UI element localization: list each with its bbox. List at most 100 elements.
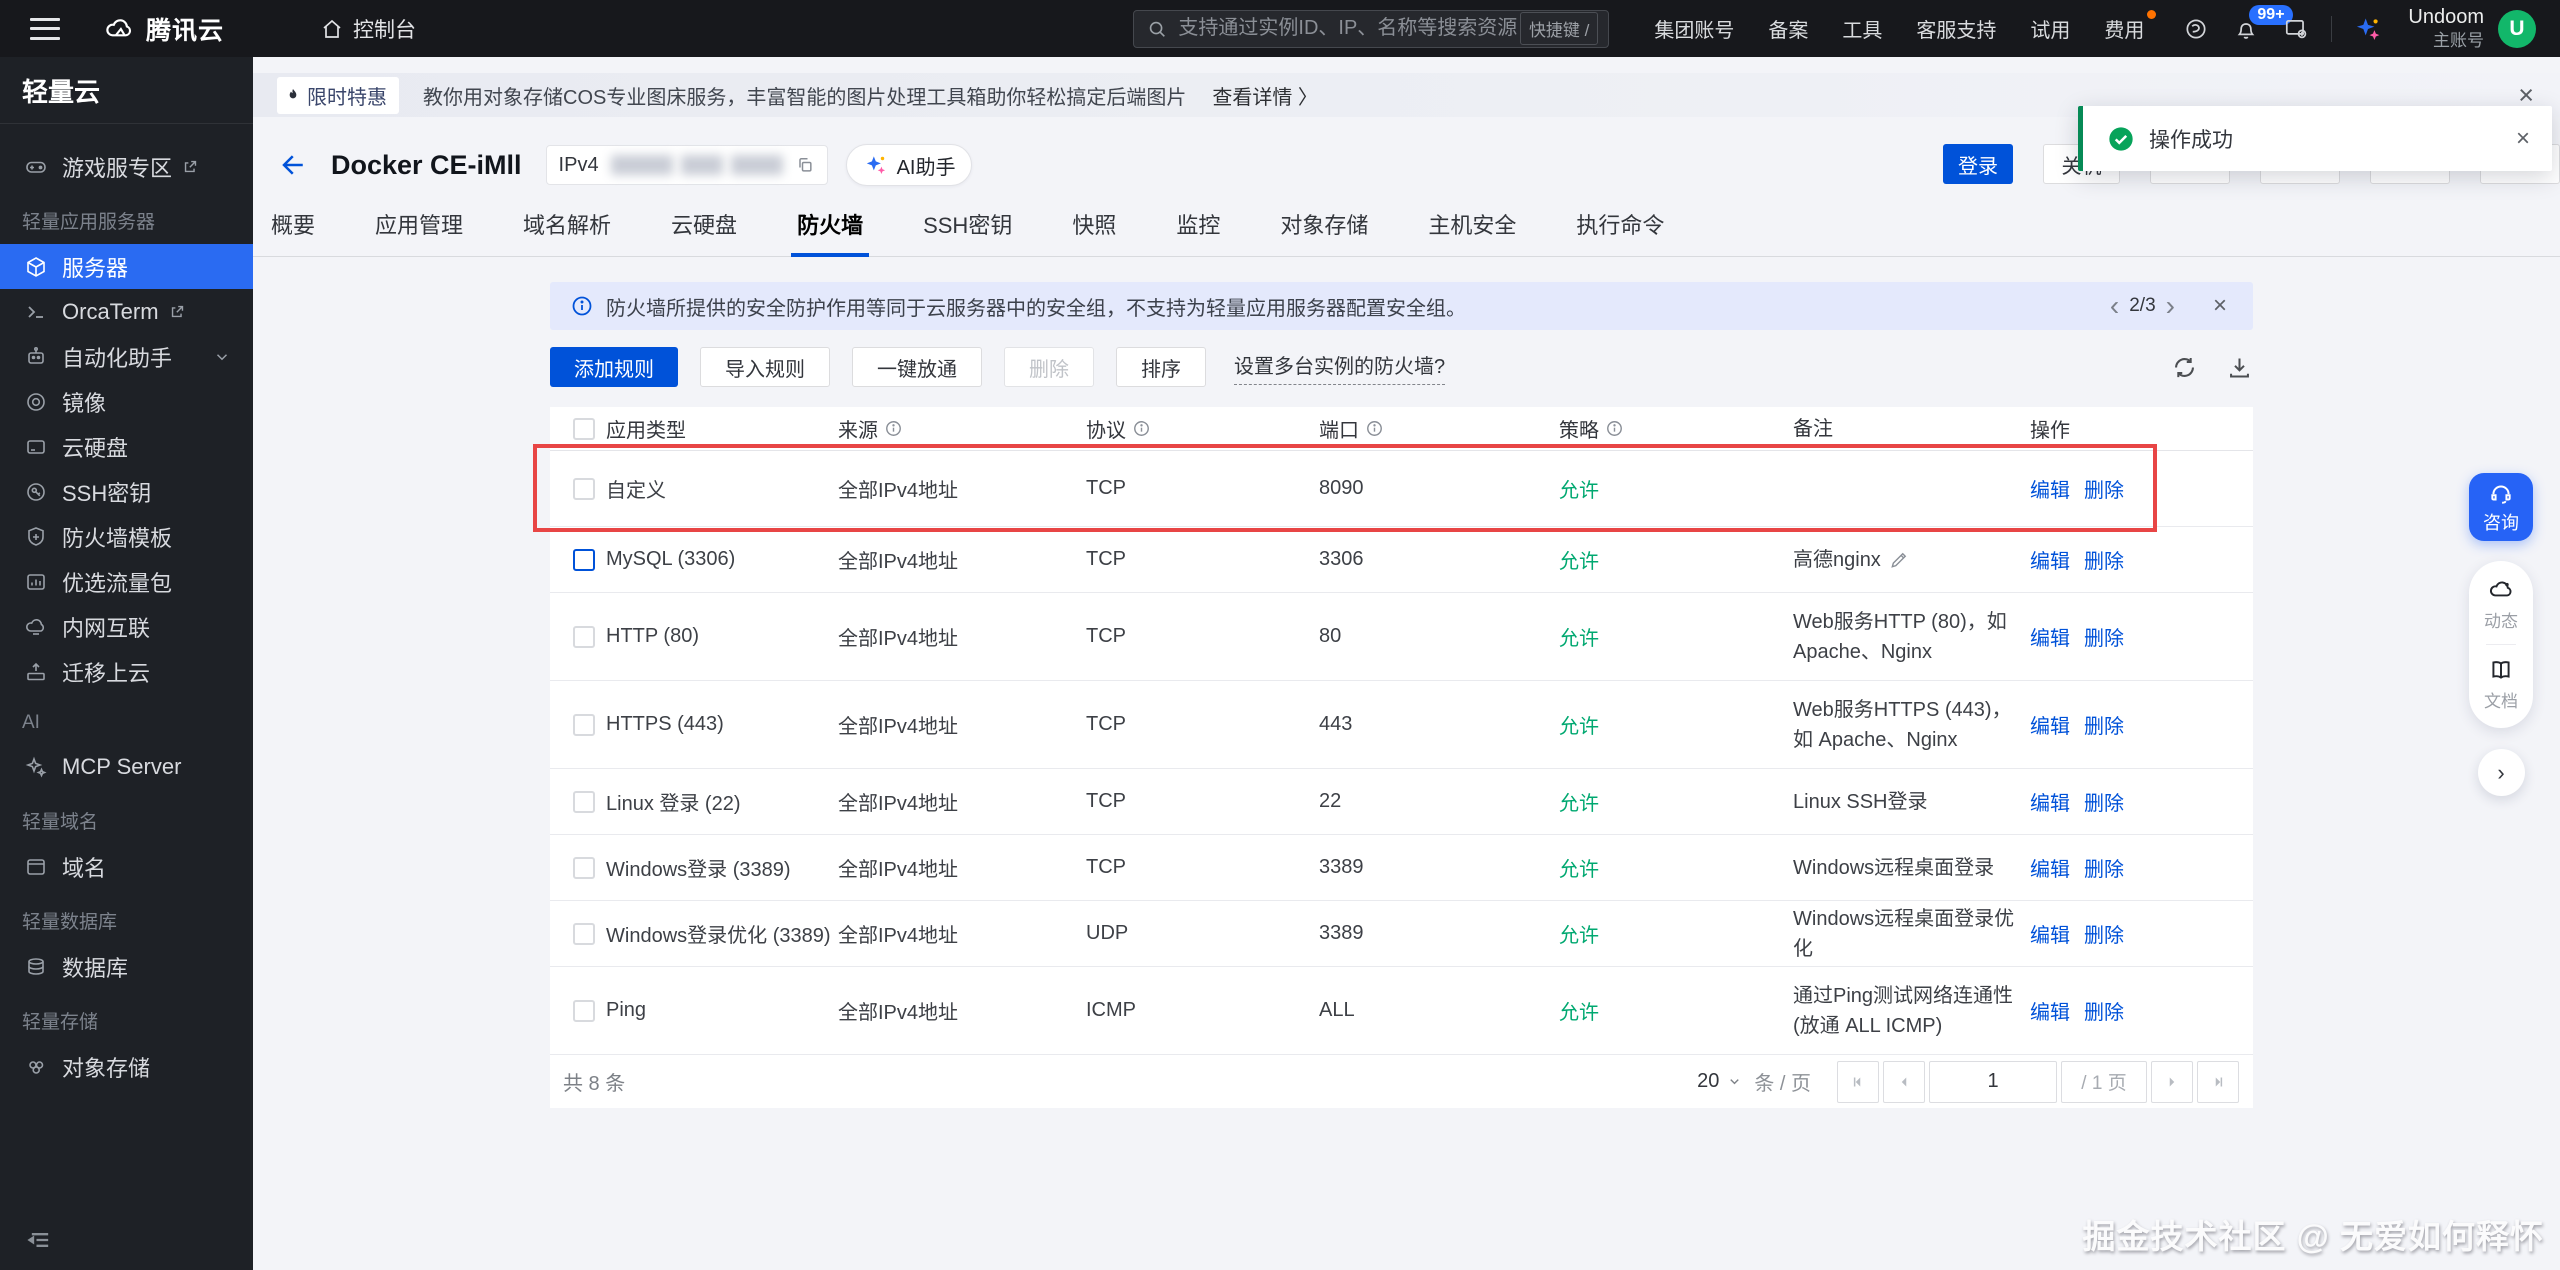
news-button[interactable]: 动态 — [2484, 577, 2518, 632]
console-settings-icon[interactable] — [2283, 16, 2309, 42]
info-icon[interactable] — [884, 419, 903, 438]
nav-group-account[interactable]: 集团账号 — [1654, 14, 1734, 43]
delete-link[interactable]: 删除 — [2084, 710, 2124, 739]
row-checkbox[interactable] — [573, 549, 595, 571]
promo-detail-link[interactable]: 查看详情 〉 — [1212, 81, 1318, 110]
info-icon[interactable] — [1132, 419, 1151, 438]
refresh-icon[interactable] — [2171, 354, 2198, 381]
sidebar-item-ssh-key[interactable]: SSH密钥 — [0, 469, 253, 514]
copy-icon[interactable] — [795, 155, 815, 175]
sort-button[interactable]: 排序 — [1116, 347, 1206, 387]
sidebar-item-mcp-server[interactable]: MCP Server — [0, 744, 253, 789]
sidebar-item-automation[interactable]: 自动化助手 — [0, 334, 253, 379]
row-checkbox[interactable] — [573, 923, 595, 945]
sidebar-collapse-icon[interactable] — [26, 1226, 54, 1254]
first-page-button[interactable] — [1837, 1061, 1879, 1103]
sidebar-item-images[interactable]: 镜像 — [0, 379, 253, 424]
sidebar-item-object-storage[interactable]: 对象存储 — [0, 1044, 253, 1089]
edit-link[interactable]: 编辑 — [2030, 996, 2070, 1025]
delete-button[interactable]: 删除 — [1004, 347, 1094, 387]
nav-tools[interactable]: 工具 — [1842, 14, 1882, 43]
globe-icon[interactable] — [2183, 16, 2209, 42]
add-rule-button[interactable]: 添加规则 — [550, 347, 678, 387]
import-rules-button[interactable]: 导入规则 — [700, 347, 830, 387]
account-info[interactable]: Undoom 主账号 — [2408, 5, 2484, 51]
sidebar-item-firewall-template[interactable]: 防火墙模板 — [0, 514, 253, 559]
consult-button[interactable]: 咨询 — [2469, 473, 2533, 541]
edit-link[interactable]: 编辑 — [2030, 853, 2070, 882]
delete-link[interactable]: 删除 — [2084, 474, 2124, 503]
row-checkbox[interactable] — [573, 791, 595, 813]
page-size-select[interactable]: 20 条 / 页 — [1697, 1067, 1811, 1096]
tab-dns[interactable]: 域名解析 — [517, 208, 617, 256]
delete-link[interactable]: 删除 — [2084, 853, 2124, 882]
tab-run-command[interactable]: 执行命令 — [1570, 208, 1670, 256]
sidebar-item-cloud-disk[interactable]: 云硬盘 — [0, 424, 253, 469]
sidebar-item-migration[interactable]: 迁移上云 — [0, 649, 253, 694]
info-icon[interactable] — [1365, 419, 1384, 438]
tab-cloud-disk[interactable]: 云硬盘 — [665, 208, 743, 256]
sidebar-item-game-zone[interactable]: 游戏服专区 — [0, 144, 253, 189]
tab-monitor[interactable]: 监控 — [1170, 208, 1226, 256]
edit-link[interactable]: 编辑 — [2030, 787, 2070, 816]
back-arrow-icon[interactable] — [279, 150, 309, 180]
select-all-checkbox[interactable] — [573, 418, 595, 440]
tab-object-storage[interactable]: 对象存储 — [1274, 208, 1374, 256]
row-checkbox[interactable] — [573, 626, 595, 648]
tab-app-management[interactable]: 应用管理 — [369, 208, 469, 256]
sidebar-item-traffic-package[interactable]: 优选流量包 — [0, 559, 253, 604]
open-all-button[interactable]: 一键放通 — [852, 347, 982, 387]
global-search[interactable]: 快捷键 / — [1133, 10, 1609, 48]
banner-close-icon[interactable]: × — [2518, 82, 2534, 109]
edit-link[interactable]: 编辑 — [2030, 710, 2070, 739]
download-icon[interactable] — [2226, 354, 2253, 381]
notice-next-icon[interactable]: › — [2166, 292, 2175, 320]
delete-link[interactable]: 删除 — [2084, 996, 2124, 1025]
expand-panel-button[interactable]: › — [2478, 749, 2525, 796]
ai-sparkle-icon[interactable] — [2354, 15, 2382, 43]
tab-snapshot[interactable]: 快照 — [1066, 208, 1122, 256]
edit-link[interactable]: 编辑 — [2030, 474, 2070, 503]
tab-host-security[interactable]: 主机安全 — [1422, 208, 1522, 256]
ai-assistant-button[interactable]: AI助手 — [846, 144, 973, 186]
tab-overview[interactable]: 概要 — [265, 208, 321, 256]
delete-link[interactable]: 删除 — [2084, 919, 2124, 948]
toast-close-icon[interactable]: × — [2516, 127, 2530, 151]
avatar[interactable]: U — [2498, 10, 2536, 48]
delete-link[interactable]: 删除 — [2084, 545, 2124, 574]
tab-firewall[interactable]: 防火墙 — [791, 208, 869, 256]
brand-logo[interactable]: 腾讯云 — [102, 11, 224, 47]
docs-button[interactable]: 文档 — [2484, 657, 2518, 712]
current-page-input[interactable]: 1 — [1929, 1061, 2057, 1103]
edit-link[interactable]: 编辑 — [2030, 622, 2070, 651]
prev-page-button[interactable] — [1883, 1061, 1925, 1103]
sidebar-item-domain[interactable]: 域名 — [0, 844, 253, 889]
sidebar-item-orcaterm[interactable]: OrcaTerm — [0, 289, 253, 334]
notice-close-icon[interactable]: × — [2213, 294, 2227, 318]
notice-prev-icon[interactable]: ‹ — [2110, 292, 2119, 320]
console-link[interactable]: 控制台 — [320, 14, 416, 44]
next-page-button[interactable] — [2151, 1061, 2193, 1103]
delete-link[interactable]: 删除 — [2084, 787, 2124, 816]
sidebar-item-database[interactable]: 数据库 — [0, 944, 253, 989]
sidebar-item-server[interactable]: 服务器 — [0, 244, 253, 289]
edit-link[interactable]: 编辑 — [2030, 545, 2070, 574]
bell-icon[interactable]: 99+ — [2233, 16, 2259, 42]
nav-icp[interactable]: 备案 — [1768, 14, 1808, 43]
last-page-button[interactable] — [2197, 1061, 2239, 1103]
search-input[interactable] — [1178, 17, 1520, 40]
delete-link[interactable]: 删除 — [2084, 622, 2124, 651]
row-checkbox[interactable] — [573, 478, 595, 500]
info-icon[interactable] — [1605, 419, 1624, 438]
row-checkbox[interactable] — [573, 1000, 595, 1022]
row-checkbox[interactable] — [573, 857, 595, 879]
sidebar-item-intranet[interactable]: 内网互联 — [0, 604, 253, 649]
row-checkbox[interactable] — [573, 714, 595, 736]
multi-instance-firewall-link[interactable]: 设置多台实例的防火墙? — [1234, 350, 1445, 385]
nav-billing[interactable]: 费用 — [2104, 14, 2144, 43]
tab-ssh-key[interactable]: SSH密钥 — [917, 208, 1018, 256]
nav-trial[interactable]: 试用 — [2030, 14, 2070, 43]
login-button[interactable]: 登录 — [1943, 144, 2013, 184]
menu-icon[interactable] — [30, 18, 60, 40]
nav-support[interactable]: 客服支持 — [1916, 14, 1996, 43]
